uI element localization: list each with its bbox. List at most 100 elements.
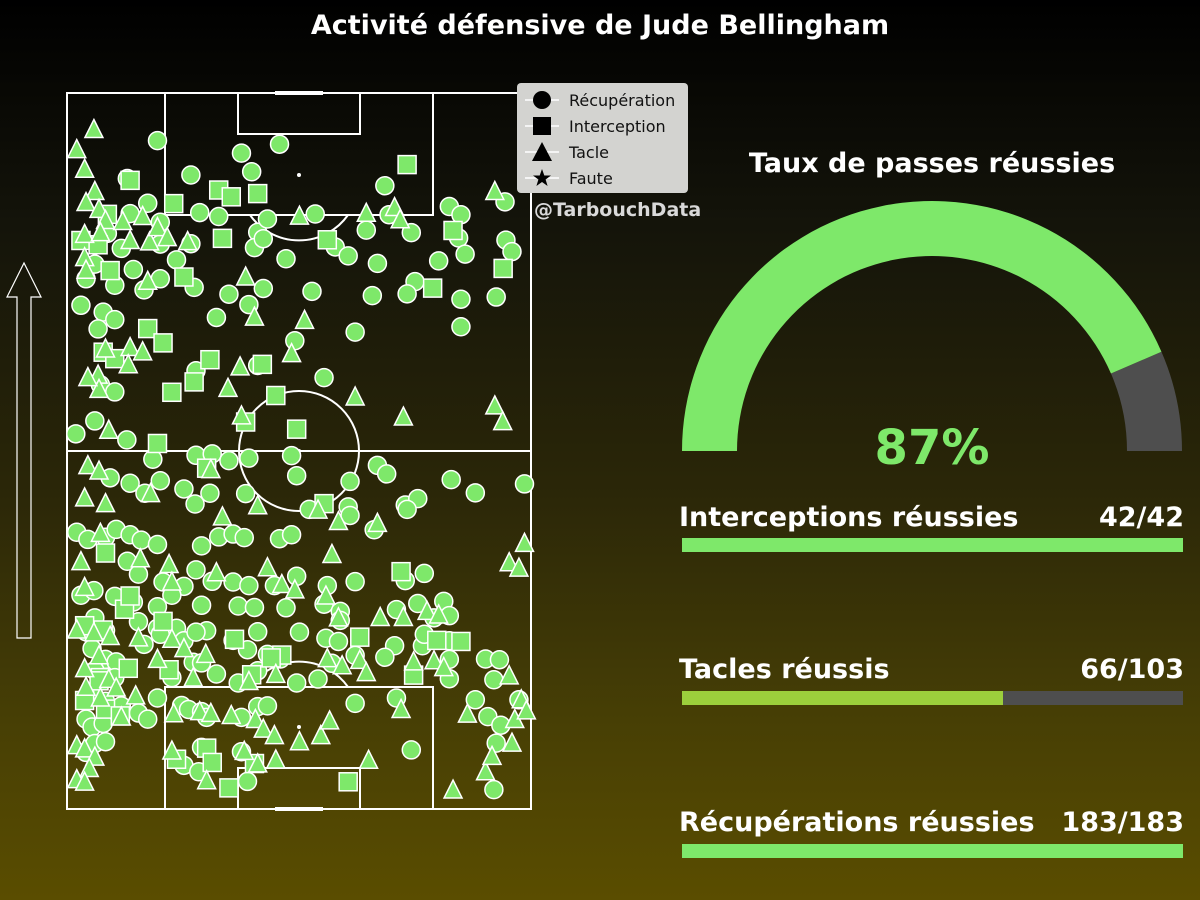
square-marker <box>100 260 120 281</box>
circle-marker <box>66 424 86 444</box>
stat-bar-fill-tacles <box>682 691 1004 705</box>
attack-direction-arrow <box>6 261 42 639</box>
circle-marker <box>345 693 365 714</box>
stat-bar-recuperations <box>682 844 1183 858</box>
legend-label: Faute <box>569 168 613 188</box>
circle-marker <box>340 471 360 492</box>
circle-marker <box>208 206 229 227</box>
top-penalty-box <box>164 92 434 216</box>
triangle-marker <box>484 394 506 415</box>
square-marker <box>493 258 513 279</box>
circle-marker <box>289 622 310 642</box>
circle-marker <box>276 598 296 618</box>
circle-marker <box>131 530 151 550</box>
square-marker <box>286 419 307 439</box>
circle-marker <box>397 499 417 520</box>
circle-marker <box>286 673 307 693</box>
triangle-marker <box>257 556 278 577</box>
square-marker <box>212 228 233 249</box>
triangle-marker <box>393 405 414 426</box>
circle-marker <box>239 448 259 468</box>
circle-marker <box>302 281 322 302</box>
triangle-marker <box>212 505 233 526</box>
circle-marker <box>231 143 252 163</box>
circle-marker <box>239 575 259 596</box>
circle-marker <box>305 204 325 224</box>
stat-bar-interceptions <box>682 538 1183 552</box>
triangle-marker <box>344 385 366 406</box>
square-marker-icon <box>525 117 559 135</box>
circle-marker <box>247 622 268 642</box>
stat-label-interceptions: Interceptions réussies <box>679 502 1019 533</box>
circle-marker <box>414 563 435 584</box>
square-marker <box>153 611 173 632</box>
legend-item-recuperation: Récupération <box>523 87 688 113</box>
square-marker <box>120 586 140 606</box>
square-marker <box>95 543 116 563</box>
triangle-marker <box>369 605 391 627</box>
circle-marker-icon <box>525 91 559 109</box>
circle-marker <box>285 330 305 351</box>
circle-marker <box>428 251 449 271</box>
circle-marker <box>186 622 206 642</box>
circle-marker <box>123 259 144 280</box>
circle-marker <box>257 696 278 716</box>
square-marker <box>338 772 358 792</box>
top-penalty-spot <box>297 173 301 177</box>
circle-marker <box>338 246 358 266</box>
triangle-marker <box>147 647 168 669</box>
square-marker <box>163 193 184 214</box>
circle-marker <box>376 464 397 484</box>
square-marker <box>153 333 173 353</box>
circle-marker <box>191 595 212 616</box>
triangle-marker <box>265 748 287 769</box>
triangle-marker-icon <box>525 142 559 161</box>
stat-bar-fill-recuperations <box>682 844 1183 858</box>
stat-label-tacles: Tacles réussis <box>679 654 890 685</box>
triangle-marker <box>484 179 506 201</box>
triangle-marker <box>294 308 315 330</box>
square-marker <box>174 267 194 287</box>
triangle-marker <box>95 491 116 513</box>
circle-marker <box>189 202 210 223</box>
pass-gauge <box>682 200 1182 451</box>
square-marker <box>451 631 471 652</box>
circle-marker <box>117 430 137 450</box>
square-marker <box>200 349 220 370</box>
circle-marker <box>206 664 227 684</box>
circle-marker <box>147 130 168 151</box>
square-marker <box>261 648 281 668</box>
circle-marker <box>128 564 149 584</box>
gauge-title: Taux de passes réussies <box>748 148 1116 179</box>
square-marker <box>184 372 204 392</box>
triangle-marker <box>74 486 95 507</box>
circle-marker <box>276 249 296 269</box>
triangle-marker <box>206 561 227 582</box>
circle-marker <box>281 445 302 466</box>
triangle-marker <box>66 137 87 159</box>
circle-marker <box>228 596 248 616</box>
gauge-value: 87% <box>874 420 990 476</box>
circle-marker <box>237 771 258 792</box>
legend-item-interception: Interception <box>523 113 688 139</box>
triangle-marker <box>356 201 377 223</box>
circle-marker <box>451 317 471 337</box>
circle-marker <box>71 295 91 316</box>
circle-marker <box>281 525 302 545</box>
circle-marker <box>150 470 171 491</box>
triangle-marker <box>229 355 251 376</box>
square-marker <box>317 230 338 250</box>
square-marker <box>202 752 222 773</box>
circle-marker <box>85 411 105 431</box>
circle-marker <box>88 319 108 339</box>
square-marker <box>221 187 242 207</box>
circle-marker <box>95 731 116 752</box>
gauge-fill <box>682 200 1162 451</box>
legend-label: Interception <box>569 116 666 136</box>
circle-marker <box>234 527 254 548</box>
circle-marker <box>375 647 395 667</box>
stat-value-interceptions: 42/42 <box>1098 502 1184 533</box>
circle-marker <box>166 250 187 270</box>
circle-marker <box>253 228 274 249</box>
stat-label-recuperations: Récupérations réussies <box>679 807 1035 838</box>
